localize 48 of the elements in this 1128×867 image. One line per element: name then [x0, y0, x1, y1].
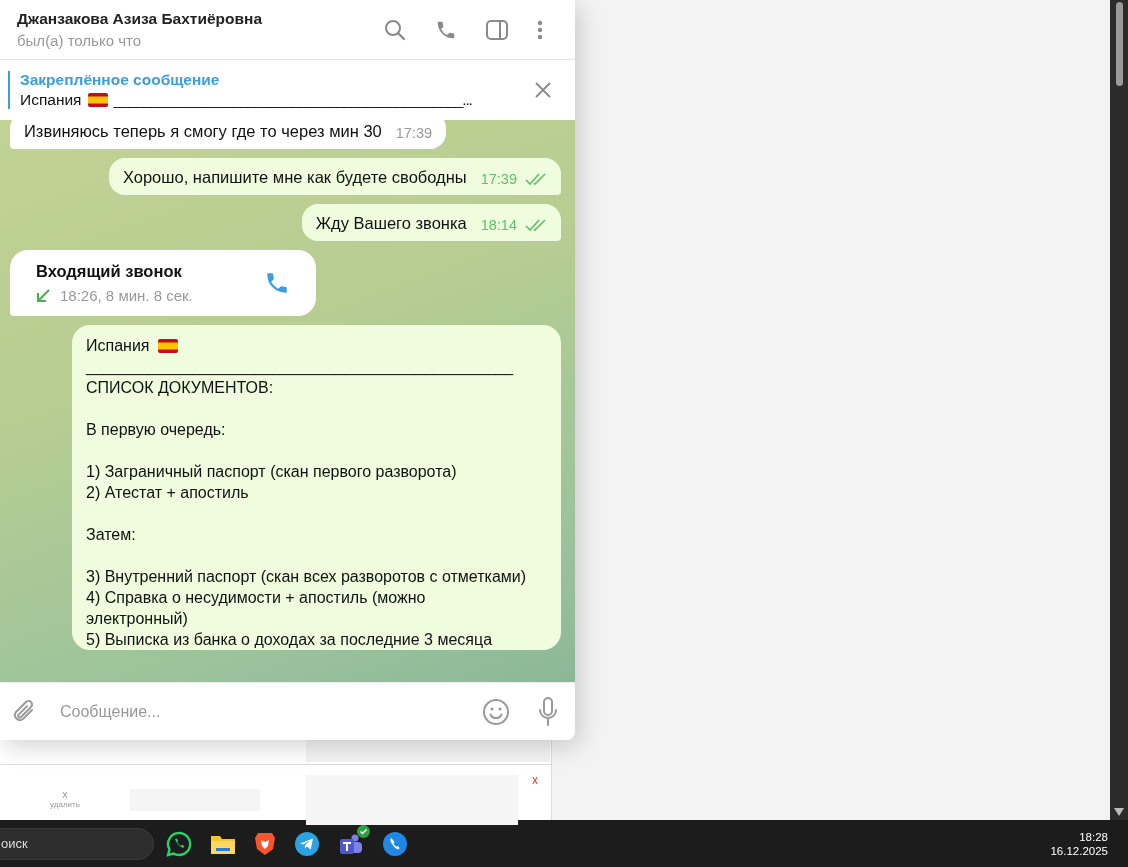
message-title: Испания	[86, 336, 150, 356]
contact-status: был(а) только что	[17, 32, 142, 49]
clock-time[interactable]: 18:28	[1079, 830, 1108, 843]
message-line: 5) Выписка из банка о доходах за последние 3 месяца	[86, 630, 494, 650]
taskbar-search-field[interactable]: оиск	[0, 827, 154, 860]
close-icon[interactable]	[535, 82, 551, 98]
microphone-icon[interactable]	[538, 696, 558, 727]
lion-shield-icon[interactable]	[254, 830, 276, 857]
message-time: 17:39	[395, 125, 433, 141]
chat-bubble-app-icon[interactable]	[166, 830, 192, 857]
contact-name: Джанзакова Азиза Бахтиёровна	[17, 10, 263, 28]
message-line: В первую очередь:	[86, 420, 227, 440]
spain-flag-icon	[157, 338, 178, 353]
smiley-icon[interactable]	[482, 697, 510, 726]
message-line: ________________________________________________	[86, 357, 515, 377]
more-icon[interactable]	[537, 19, 543, 40]
pinned-label: Закреплённое сообщение	[20, 71, 221, 89]
paper-plane-app-icon[interactable]	[294, 830, 320, 857]
call-title: Входящий звонок	[36, 262, 183, 281]
phone-icon[interactable]	[264, 270, 290, 296]
scroll-down-arrow-icon[interactable]	[1114, 808, 1124, 816]
clock-date[interactable]: 16.12.2025	[1050, 844, 1108, 857]
search-icon[interactable]	[384, 18, 406, 41]
pinned-preview: Испания	[20, 91, 82, 109]
scrollbar-thumb[interactable]	[1115, 2, 1123, 86]
sidebar-icon[interactable]	[486, 19, 508, 40]
incoming-arrow-icon	[36, 288, 50, 303]
scrollbar[interactable]	[1110, 0, 1128, 820]
message-text: Жду Вашего звонка	[315, 214, 467, 233]
message-line: Затем:	[86, 525, 137, 545]
message-line: СПИСОК ДОКУМЕНТОВ:	[86, 378, 275, 398]
pinned-message-bar[interactable]: Закреплённое сообщение Испания _______________________________________________...	[0, 60, 575, 120]
message-line: 1) Заграничный паспорт (скан первого разворота)	[86, 462, 458, 482]
message-line: 2) Атестат + апостиль	[86, 483, 250, 503]
message-line: 3) Внутренний паспорт (скан всех разворотов с отметками)	[86, 567, 528, 587]
check-badge-icon	[357, 824, 370, 838]
message-time: 17:39	[480, 171, 517, 187]
close-mark[interactable]: x	[532, 773, 538, 787]
delete-label: удалить	[50, 800, 80, 809]
message-text: Хорошо, напишите мне как будете свободны	[122, 168, 467, 187]
pinned-preview-tail: _______________________________________________...	[113, 91, 472, 109]
message-input[interactable]: Сообщение...	[58, 701, 462, 722]
call-details: 18:26, 8 мин. 8 сек.	[60, 287, 193, 304]
message-text: Извиняюсь теперь я смогу где то через мин 30	[24, 122, 382, 141]
phone-app-icon[interactable]	[382, 830, 408, 857]
spain-flag-icon	[87, 93, 108, 107]
message-time: 18:14	[480, 217, 517, 233]
message-line: 4) Справка о несудимости + апостиль (можно электронный)	[86, 588, 427, 629]
